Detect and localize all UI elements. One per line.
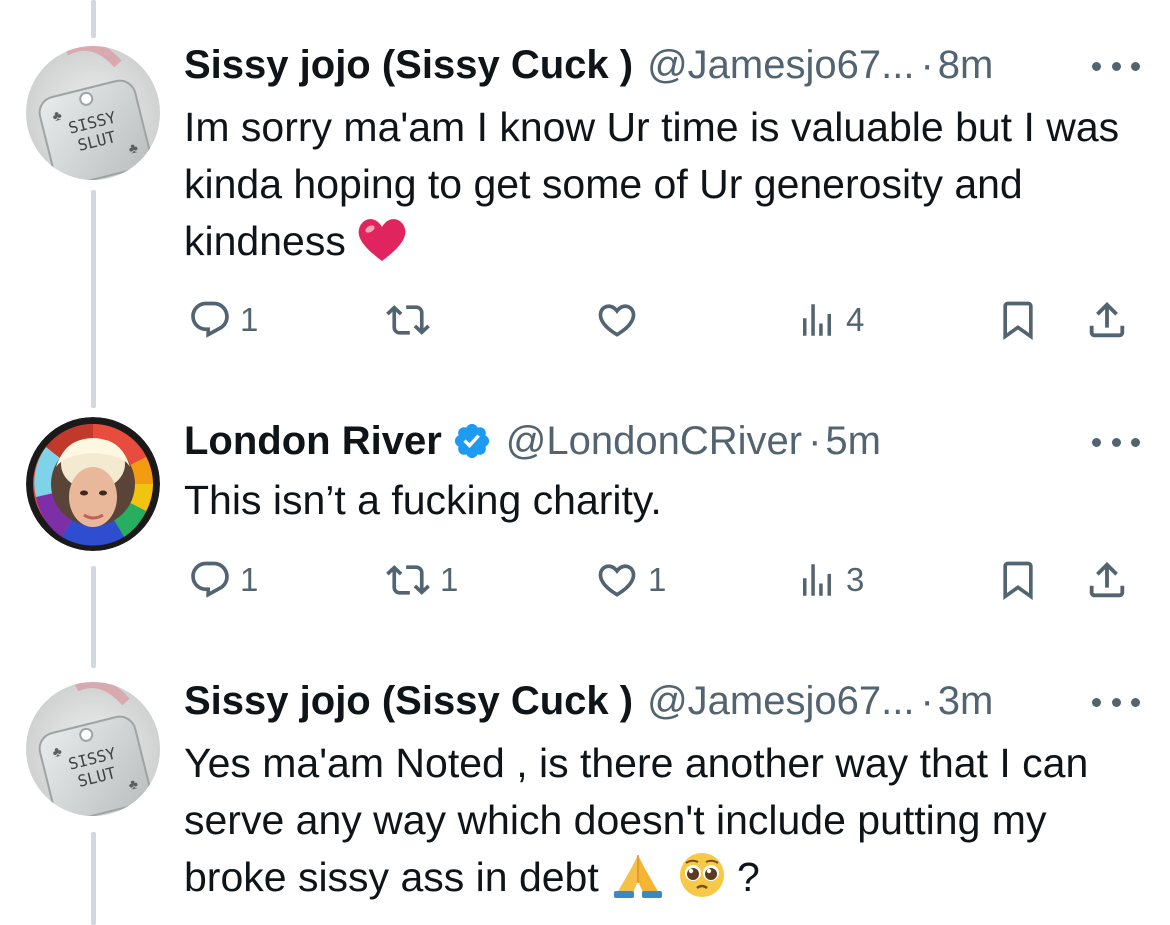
views-count: 4 [846,301,865,338]
tweet-3[interactable]: SISSY SLUT ♣ ♣ Sissy jojo (Sissy Cuck ) … [0,660,1170,925]
repost-icon [386,565,430,595]
share-icon [1089,561,1125,598]
reply-count: 1 [240,561,259,598]
repost-button[interactable] [384,295,432,345]
user-handle[interactable]: @Jamesjo67... [647,40,914,90]
share-button[interactable] [1084,295,1130,345]
bookmark-icon [1003,561,1033,601]
action-bar: 1 1 1 3 [184,555,1144,605]
reply-icon [191,561,229,598]
tweet-text-content: This isn’t a fucking charity. [184,477,662,523]
tweet-text-end: ? [736,854,760,900]
user-handle[interactable]: @LondonCRiver [506,416,802,466]
tweet-text: Yes ma'am Noted , is there another way t… [184,735,1134,914]
more-icon[interactable] [1092,692,1140,712]
folded-hands-icon [610,851,666,914]
bookmark-icon [1003,301,1033,341]
repost-button[interactable]: 1 [384,555,458,605]
avatar[interactable]: SISSY SLUT ♣ ♣ [26,682,160,816]
bookmark-button[interactable] [996,295,1040,345]
tweet-text-content: Im sorry ma'am I know Ur time is valuabl… [184,104,1120,264]
separator: · [808,419,822,463]
display-name[interactable]: London River [184,416,442,466]
repost-count: 1 [440,561,459,598]
repost-icon [386,305,430,335]
tweet-text: Im sorry ma'am I know Ur time is valuabl… [184,99,1134,278]
like-icon [598,304,636,337]
timestamp[interactable]: 3m [938,676,994,726]
timestamp[interactable]: 5m [825,416,881,466]
tweet-2[interactable]: London River @LondonCRiver · 5m This isn… [0,400,1170,660]
tweet-header: London River @LondonCRiver · 5m [184,416,1080,466]
views-button[interactable]: 4 [796,295,864,345]
bookmark-button[interactable] [996,555,1040,605]
reply-button[interactable]: 1 [188,295,258,345]
views-icon [803,564,831,596]
display-name[interactable]: Sissy jojo (Sissy Cuck ) [184,40,633,90]
share-button[interactable] [1084,555,1130,605]
pleading-face-icon [678,851,726,914]
views-button[interactable]: 3 [796,555,864,605]
reply-icon [191,301,229,338]
separator: · [920,679,934,723]
tweet-text: This isn’t a fucking charity. [184,472,1134,529]
like-count: 1 [648,561,667,598]
reply-button[interactable]: 1 [188,555,258,605]
user-handle[interactable]: @Jamesjo67... [647,676,914,726]
avatar[interactable]: SISSY SLUT ♣ ♣ [26,46,160,180]
separator: · [920,43,934,87]
views-count: 3 [846,561,865,598]
avatar[interactable] [26,417,160,551]
like-button[interactable] [594,295,640,345]
like-icon [598,564,636,597]
tweet-1[interactable]: SISSY SLUT ♣ ♣ Sissy jojo (Sissy Cuck ) … [0,0,1170,400]
more-icon[interactable] [1092,56,1140,76]
action-bar: 1 4 [184,295,1144,345]
display-name[interactable]: Sissy jojo (Sissy Cuck ) [184,676,633,726]
views-icon [803,304,831,336]
verified-icon [452,421,492,461]
share-icon [1089,301,1125,338]
timestamp[interactable]: 8m [938,40,994,90]
tweet-header: Sissy jojo (Sissy Cuck ) @Jamesjo67... ·… [184,40,1080,90]
more-icon[interactable] [1092,432,1140,452]
like-button[interactable]: 1 [594,555,666,605]
red-heart-icon [357,217,407,278]
reply-count: 1 [240,301,259,338]
tweet-header: Sissy jojo (Sissy Cuck ) @Jamesjo67... ·… [184,676,1080,726]
